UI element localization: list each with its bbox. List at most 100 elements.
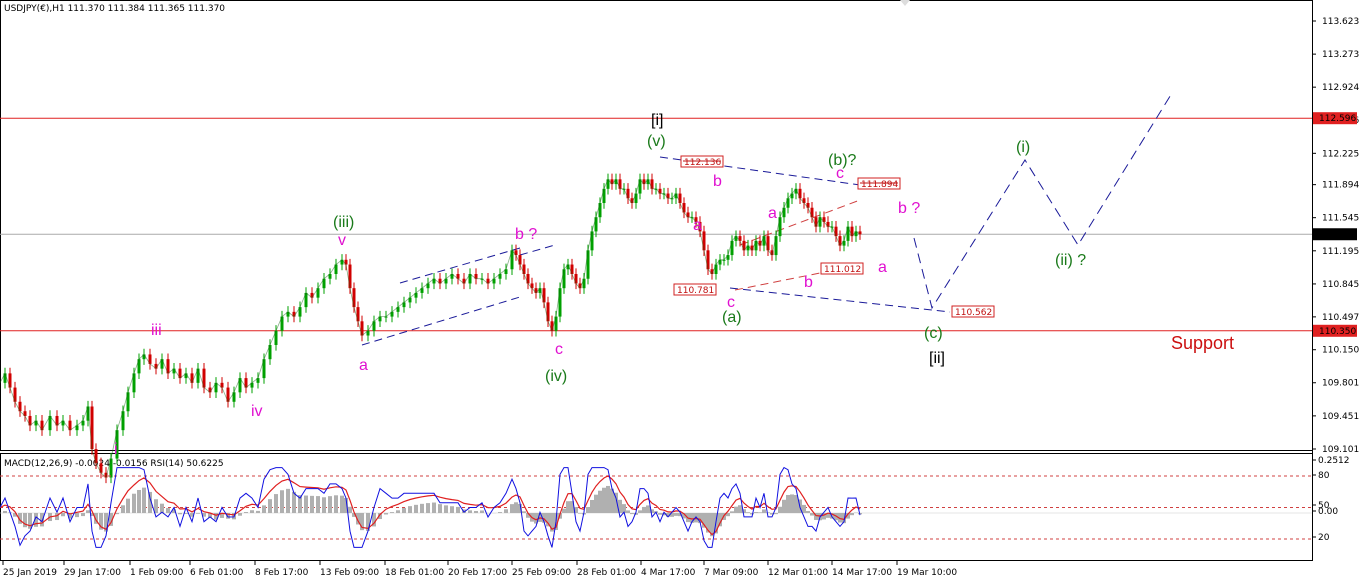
price-panel-frame — [0, 0, 1313, 451]
time-tick-label: 7 Mar 09:00 — [704, 568, 759, 578]
candle-body — [706, 250, 710, 270]
candle-body — [626, 188, 630, 199]
macd-histogram-bar — [61, 513, 65, 517]
candle-body — [602, 188, 606, 204]
macd-histogram-bar — [316, 496, 320, 513]
time-tick-label: 18 Feb 01:00 — [385, 568, 444, 578]
indicator-header: MACD(12,26,9) -0.0024 -0.0156 RSI(14) 50… — [4, 459, 224, 469]
candle-body — [586, 250, 590, 279]
time-tick-label: 12 Mar 01:00 — [768, 568, 828, 578]
macd-histogram-bar — [126, 498, 130, 513]
macd-histogram-bar — [810, 513, 814, 516]
wave-label-iv-green: (iv) — [545, 368, 567, 385]
time-tick-label: 6 Feb 01:00 — [190, 568, 244, 578]
macd-histogram-bar — [694, 513, 698, 523]
hline-tag-text: 112.596 — [1319, 114, 1356, 124]
wave-label-b-2: b — [713, 173, 722, 190]
macd-histogram-bar — [81, 513, 85, 517]
level-110562: 110.562 — [955, 308, 992, 318]
wave-label-i-magenta: i — [114, 441, 118, 458]
macd-histogram-bar — [340, 495, 344, 513]
candle-body — [702, 231, 706, 251]
time-tick-label: 25 Jan 2019 — [3, 568, 57, 578]
indicator-tick-label: 0.00 — [1318, 507, 1338, 517]
level-110781: 110.781 — [677, 286, 714, 296]
macd-histogram-bar — [630, 513, 634, 515]
time-tick-label: 29 Jan 17:00 — [64, 568, 121, 578]
hline-tag-text: 110.350 — [1319, 327, 1356, 337]
wave-label-b-1: b ? — [515, 226, 537, 243]
candle-body — [554, 316, 558, 331]
candle-body — [678, 193, 682, 204]
time-tick-label: 25 Feb 09:00 — [512, 568, 571, 578]
macd-histogram-bar — [638, 510, 642, 513]
price-tick-label: 109.451 — [1322, 412, 1359, 422]
macd-histogram-bar — [674, 513, 678, 516]
wave-label-b-3: b — [804, 274, 813, 291]
candle-body — [558, 288, 562, 317]
candle-body — [778, 217, 782, 237]
macd-histogram-bar — [734, 506, 738, 513]
macd-histogram-bar — [578, 513, 582, 514]
macd-histogram-bar — [414, 504, 418, 513]
indicator-tick-label: 80 — [1318, 471, 1330, 481]
macd-histogram-bar — [121, 505, 125, 513]
candle-body — [638, 179, 642, 194]
symbol-header: USDJPY(€),H1 111.370 111.384 111.365 111… — [4, 4, 225, 14]
macd-histogram-bar — [86, 510, 90, 513]
macd-histogram-bar — [334, 495, 338, 513]
macd-histogram-bar — [802, 504, 806, 513]
wave-label-b-4: b ? — [898, 200, 920, 217]
macd-histogram-bar — [322, 497, 326, 513]
level-111894: 111.894 — [861, 180, 898, 190]
macd-histogram-bar — [256, 510, 260, 513]
macd-histogram-bar — [646, 505, 650, 513]
macd-histogram-bar — [250, 510, 254, 513]
macd-histogram-bar — [758, 512, 762, 513]
time-tick-label: 28 Feb 01:00 — [577, 568, 636, 578]
price-tick-label: 109.101 — [1322, 445, 1359, 455]
macd-histogram-bar — [450, 506, 454, 513]
macd-histogram-bar — [142, 487, 146, 513]
candle-body — [650, 179, 654, 189]
macd-histogram-bar — [738, 505, 742, 513]
macd-histogram-bar — [438, 504, 442, 513]
macd-histogram-bar — [790, 494, 794, 513]
macd-histogram-bar — [310, 495, 314, 513]
macd-histogram-bar — [384, 513, 388, 515]
macd-histogram-bar — [850, 513, 854, 516]
candle-body — [590, 231, 594, 251]
macd-histogram-bar — [196, 513, 200, 514]
wave-label-c-2: c — [727, 294, 735, 311]
macd-histogram-bar — [762, 509, 766, 513]
price-tick-label: 109.801 — [1322, 379, 1359, 389]
price-tick-label: 112.225 — [1322, 149, 1359, 159]
macd-histogram-bar — [328, 496, 332, 513]
macd-histogram-bar — [658, 513, 662, 515]
candle-body — [774, 236, 778, 256]
candle-body — [526, 273, 530, 284]
candle-body — [810, 207, 814, 218]
macd-histogram-bar — [444, 505, 448, 513]
macd-histogram-bar — [602, 487, 606, 513]
indicator-axis-ticks: 0.251280500.0020 — [1312, 456, 1350, 543]
candle-body — [542, 288, 546, 303]
price-tick-label: 110.497 — [1322, 313, 1359, 323]
candle-body — [352, 288, 356, 308]
macd-histogram-bar — [426, 503, 430, 513]
price-tick-label: 113.623 — [1322, 17, 1359, 27]
time-tick-label: 19 Mar 10:00 — [897, 568, 957, 578]
macd-histogram-bar — [166, 508, 170, 513]
candle-body — [562, 269, 566, 289]
level-112136: 112.136 — [684, 158, 721, 168]
wave-label-a-4: a — [878, 259, 887, 276]
candle-body — [598, 203, 602, 218]
macd-histogram-bar — [498, 512, 502, 513]
candle-body — [348, 264, 352, 289]
usdjpy-chart: USDJPY(€),H1 111.370 111.384 111.365 111… — [0, 0, 1359, 578]
macd-histogram-bar — [750, 513, 754, 515]
macd-histogram-bar — [40, 513, 44, 527]
price-tick-label: 112.924 — [1322, 83, 1359, 93]
macd-histogram-bar — [420, 503, 424, 513]
wave-label-a-3: a — [768, 205, 777, 222]
